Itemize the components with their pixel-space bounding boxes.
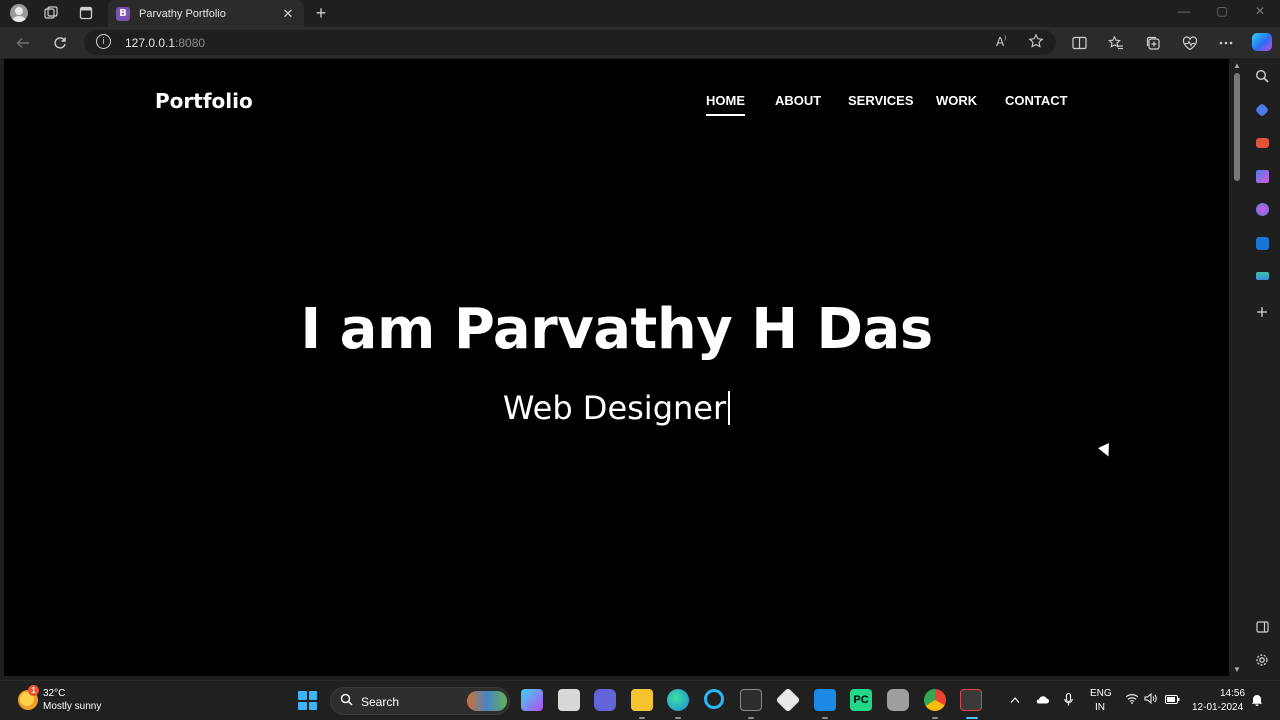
browser-essentials-icon[interactable]	[1179, 32, 1201, 54]
shopping-icon[interactable]	[1252, 100, 1272, 120]
back-icon[interactable]	[12, 32, 34, 54]
snipping-active-indicator	[966, 717, 978, 719]
terminal-app-icon[interactable]	[740, 689, 762, 711]
refresh-icon[interactable]	[49, 32, 71, 54]
read-aloud-icon[interactable]: A)	[995, 33, 1011, 52]
edge-sidebar	[1244, 59, 1280, 676]
close-window-button[interactable]: ✕	[1248, 4, 1272, 18]
maximize-button[interactable]: ▢	[1210, 4, 1234, 18]
mouse-cursor-icon	[1098, 443, 1114, 459]
typing-caret	[728, 391, 731, 425]
show-hidden-icons-icon[interactable]	[1010, 693, 1020, 707]
hero-subtitle: Web Designer	[4, 389, 1229, 427]
search-icon[interactable]	[1252, 66, 1272, 86]
address-bar[interactable]: i 127.0.0.1:8080 A)	[84, 30, 1056, 55]
favorites-icon[interactable]	[1105, 32, 1127, 54]
scroll-up-icon[interactable]: ▲	[1233, 61, 1241, 70]
search-highlight-icon	[467, 691, 507, 711]
edge-running-indicator	[675, 717, 681, 719]
tools-icon[interactable]	[1252, 133, 1272, 153]
browser-titlebar: B Parvathy Portfolio ✕ + — ▢ ✕	[0, 0, 1280, 27]
collections-icon[interactable]	[1142, 32, 1164, 54]
bootstrap-favicon-icon: B	[116, 6, 130, 21]
cortana-app-icon[interactable]	[704, 689, 724, 709]
chrome-running-indicator	[932, 717, 938, 719]
vscode-app-icon[interactable]	[814, 689, 836, 711]
scroll-down-icon[interactable]: ▼	[1233, 665, 1241, 674]
url-text: 127.0.0.1:8080	[125, 36, 206, 50]
hero-title: I am Parvathy H Das	[300, 297, 933, 362]
scroll-thumb[interactable]	[1234, 73, 1240, 181]
folder-app-icon[interactable]	[631, 689, 653, 711]
browser-toolbar: i 127.0.0.1:8080 A)	[0, 27, 1280, 58]
profile-icon[interactable]	[8, 3, 30, 23]
search-icon	[340, 693, 353, 709]
edge-app-icon[interactable]	[667, 689, 689, 711]
drop-icon[interactable]	[1252, 266, 1272, 286]
site-brand[interactable]: Portfolio	[155, 89, 253, 113]
svg-text:): )	[1004, 35, 1006, 42]
outlook-icon[interactable]	[1252, 233, 1272, 253]
page-scrollbar[interactable]: ▲ ▼	[1230, 59, 1244, 676]
page-viewport: Portfolio HOME ABOUT SERVICES WORK CONTA…	[4, 59, 1229, 676]
sidebar-toggle-icon[interactable]	[1252, 617, 1272, 637]
taskbar-search[interactable]: Search	[330, 687, 510, 715]
site-info-icon[interactable]: i	[96, 34, 111, 49]
language-indicator[interactable]: ENG	[1090, 688, 1112, 699]
settings-icon[interactable]	[1252, 650, 1272, 670]
terminal-running-indicator	[748, 717, 754, 719]
tab-close-icon[interactable]: ✕	[280, 6, 296, 22]
windows-taskbar: 1 32°C Mostly sunny Search PC ENG IN 14:…	[0, 680, 1280, 720]
nav-about[interactable]: ABOUT	[775, 93, 821, 108]
weather-badge: 1	[28, 685, 39, 696]
games-icon[interactable]	[1252, 166, 1272, 186]
microphone-icon[interactable]	[1064, 692, 1073, 709]
split-screen-icon[interactable]	[1068, 32, 1090, 54]
nav-services[interactable]: SERVICES	[848, 93, 914, 108]
database-app-icon[interactable]	[887, 689, 909, 711]
wifi-icon[interactable]	[1125, 693, 1139, 707]
more-icon[interactable]	[1215, 32, 1237, 54]
chrome-app-icon[interactable]	[924, 689, 946, 711]
file-explorer-app-icon[interactable]	[558, 689, 580, 711]
teams-app-icon[interactable]	[594, 689, 616, 711]
search-label: Search	[361, 695, 400, 709]
git-app-icon[interactable]	[775, 687, 801, 713]
add-icon[interactable]	[1252, 302, 1272, 322]
tab-actions-icon[interactable]	[75, 3, 97, 23]
nav-home[interactable]: HOME	[706, 93, 745, 116]
folder-running-indicator	[639, 717, 645, 719]
vscode-running-indicator	[822, 717, 828, 719]
minimize-button[interactable]: —	[1172, 4, 1196, 18]
battery-icon[interactable]	[1165, 693, 1180, 707]
weather-temp[interactable]: 32°C	[43, 688, 65, 699]
clock-date[interactable]: 12-01-2024	[1192, 702, 1243, 713]
tab-title: Parvathy Portfolio	[139, 7, 226, 20]
new-tab-button[interactable]: +	[310, 3, 332, 23]
clock-time[interactable]: 14:56	[1220, 688, 1245, 699]
tab-parvathy-portfolio[interactable]: B Parvathy Portfolio ✕	[108, 0, 304, 27]
onedrive-icon[interactable]	[1035, 693, 1049, 707]
pycharm-app-icon[interactable]: PC	[850, 689, 872, 711]
office-icon[interactable]	[1252, 199, 1272, 219]
volume-icon[interactable]	[1144, 692, 1157, 707]
workspaces-icon[interactable]	[40, 3, 62, 23]
weather-desc[interactable]: Mostly sunny	[43, 701, 101, 712]
nav-work[interactable]: WORK	[936, 93, 977, 108]
copilot-app-icon[interactable]	[521, 689, 543, 711]
nav-contact[interactable]: CONTACT	[1005, 93, 1068, 108]
snipping-app-icon[interactable]	[960, 689, 982, 711]
notifications-bell-icon[interactable]	[1251, 693, 1263, 709]
start-button[interactable]	[298, 691, 317, 710]
copilot-icon[interactable]	[1252, 33, 1272, 51]
favorite-star-icon[interactable]	[1028, 33, 1044, 52]
region-indicator[interactable]: IN	[1095, 702, 1105, 713]
